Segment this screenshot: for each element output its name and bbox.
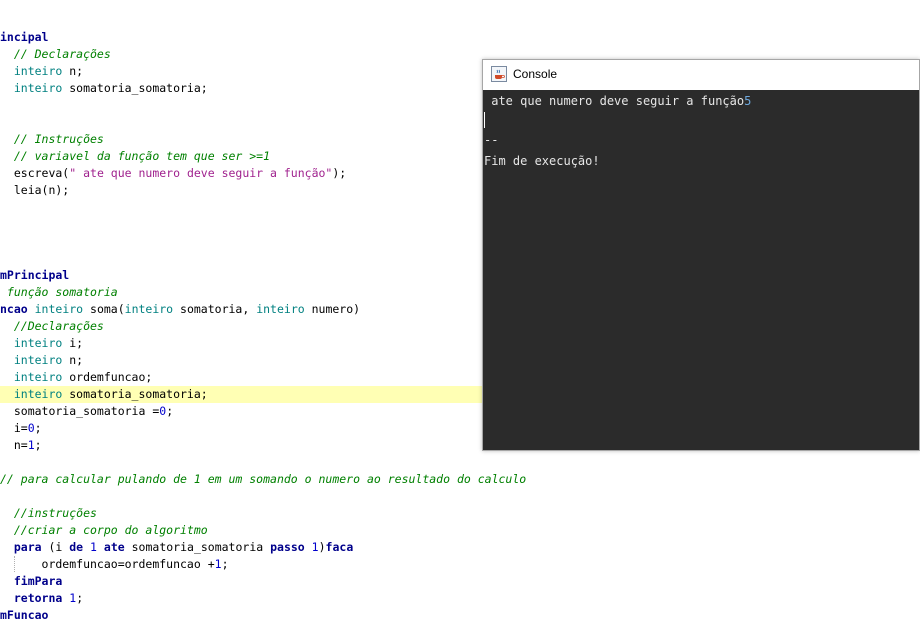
code-token: 0 [27,421,35,435]
code-token: faca [325,540,354,554]
console-output[interactable]: ate que numero deve seguir a função5 -- … [483,90,919,450]
code-token: ; [166,404,174,418]
code-token: mPrincipal [0,268,70,282]
code-line-blank[interactable] [0,454,920,471]
code-token: ; [34,438,42,452]
code-token: de [69,540,84,554]
code-token: i; [62,336,84,350]
code-token: retorna [0,591,63,605]
code-token: (i [41,540,70,554]
code-token: ordemfuncao=ordemfuncao + [0,557,215,571]
code-token: n; [62,64,84,78]
code-token: somatoria, [173,302,257,316]
code-line-comment-instrucoes2[interactable]: //instruções [0,505,920,522]
code-line-fimfuncao[interactable]: mFuncao [0,607,920,624]
console-prompt-line: ate que numero deve seguir a função5 [484,92,751,110]
code-token: inteiro [27,302,84,316]
code-token: ; [76,591,84,605]
code-token: fimPara [0,574,63,588]
code-token: função somatoria [0,285,118,299]
code-token: ncao [0,302,28,316]
code-token: somatoria_somatoria; [62,387,208,401]
code-token: ) [318,540,326,554]
code-token: inteiro [256,302,305,316]
code-token: //criar a corpo do algoritmo [0,523,208,537]
code-token: ); [332,166,347,180]
code-token: n; [62,353,84,367]
code-token: 1 [90,540,97,554]
console-end-message: Fim de execução! [484,154,600,168]
console-window[interactable]: Console ate que numero deve seguir a fun… [482,59,920,451]
code-token: inteiro [0,353,63,367]
code-token: ; [221,557,229,571]
code-token: inteiro [0,81,63,95]
code-token: // Instruções [0,132,104,146]
code-token: soma( [83,302,125,316]
code-token: // para calcular pulando de 1 em um soma… [0,472,527,486]
code-token: i= [0,421,28,435]
console-titlebar[interactable]: Console [483,60,919,90]
code-token: inteiro [0,64,63,78]
code-token: 1 [27,438,35,452]
console-prompt-text: ate que numero deve seguir a função [484,94,745,108]
code-token: //instruções [0,506,97,520]
code-token: incipal [0,30,49,44]
code-token: ordemfuncao; [62,370,153,384]
code-token: somatoria_somatoria; [62,81,208,95]
code-line-programa[interactable]: incipal [0,29,920,46]
console-separator: -- [484,133,499,147]
code-token: somatoria_somatoria [124,540,271,554]
code-token: inteiro [0,387,63,401]
console-input-value: 5 [744,94,752,108]
code-token: escreva( [0,166,70,180]
code-token: ate [103,540,125,554]
code-token: numero) [304,302,361,316]
code-token: 1 [311,540,319,554]
code-token: ; [34,421,42,435]
code-token: somatoria_somatoria = [0,404,160,418]
code-token: n= [0,438,28,452]
console-caret [484,112,485,128]
code-token: inteiro [0,370,63,384]
code-token: //Declarações [0,319,104,333]
code-token: mFuncao [0,608,49,622]
code-line-blank[interactable] [0,488,920,505]
code-token: 1 [214,557,222,571]
code-token: inteiro [124,302,174,316]
code-token: // Declarações [0,47,111,61]
java-cup-icon [491,66,507,82]
code-token: // variavel da função tem que ser >=1 [0,149,271,163]
code-token: para [0,540,42,554]
code-line-para[interactable]: para (i de 1 ate somatoria_somatoria pas… [0,539,920,556]
code-token: passo [270,540,305,554]
code-line-fimpara[interactable]: fimPara [0,573,920,590]
code-line-ordemfuncao-incr[interactable]: ordemfuncao=ordemfuncao +1; [0,556,920,573]
code-line-retorna[interactable]: retorna 1; [0,590,920,607]
code-token: inteiro [0,336,63,350]
code-token: " ate que numero deve seguir a função" [69,166,333,180]
code-line-comment-calcular[interactable]: // para calcular pulando de 1 em um soma… [0,471,920,488]
code-token: leia(n); [0,183,70,197]
console-title: Console [513,67,558,81]
code-line-comment-criar[interactable]: //criar a corpo do algoritmo [0,522,920,539]
indent-guide [14,556,16,572]
